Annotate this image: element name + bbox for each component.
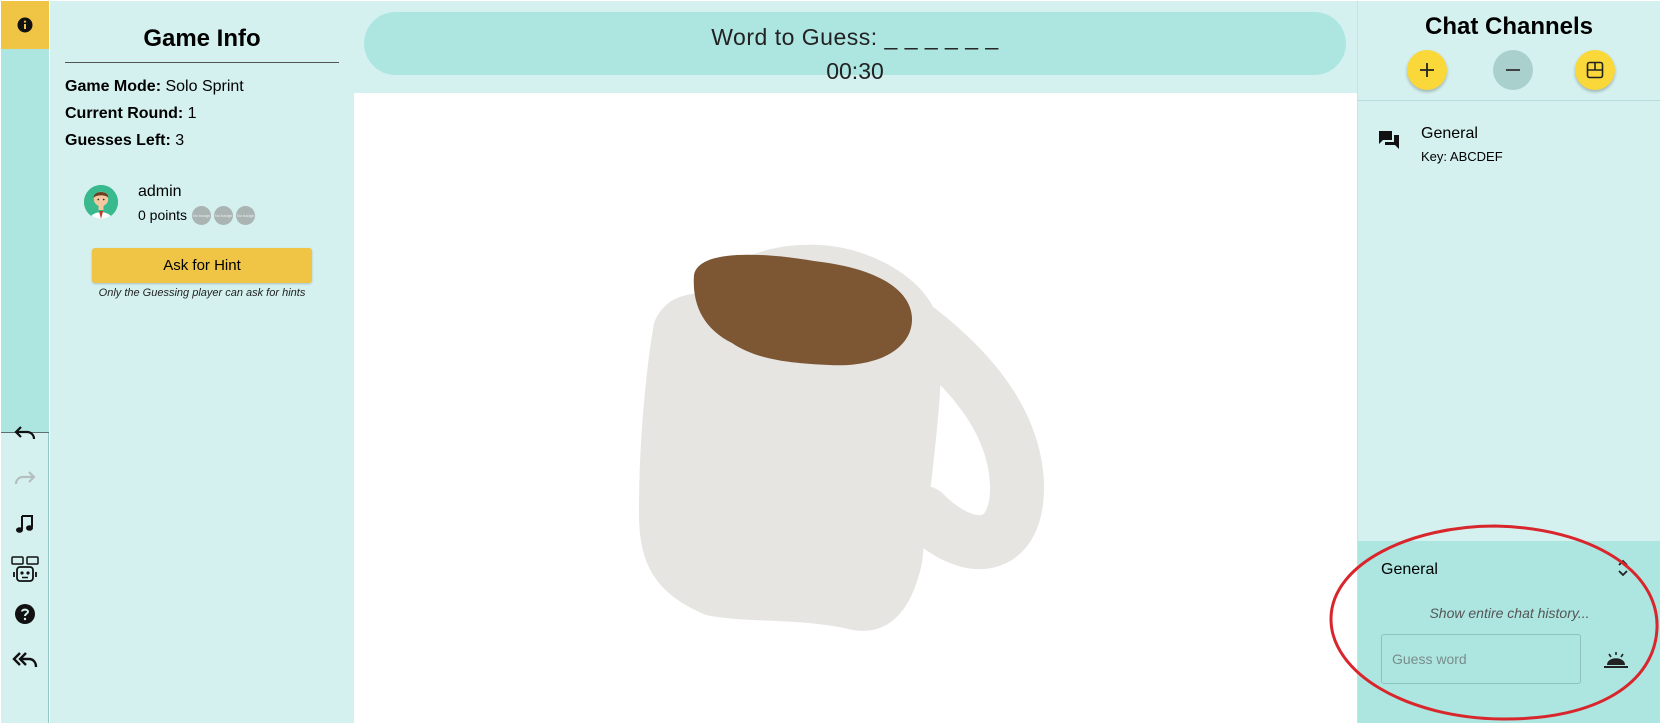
channel-key: Key: ABCDEF [1421,149,1503,164]
toolbar-accent-strip [1,49,49,433]
chat-box: General Show entire chat history... [1358,541,1660,723]
badge: No badge [214,206,233,225]
player-name: admin [138,183,182,200]
undo-icon [14,426,36,440]
badge: No badge [236,206,255,225]
left-toolbar [1,1,49,723]
chat-box-channel: General [1381,561,1438,578]
game-info-title: Game Info [143,25,261,52]
music-button[interactable] [1,504,49,544]
avatar [84,185,118,219]
plus-icon [1420,63,1434,77]
leave-game-button[interactable] [1,640,49,680]
player-card: admin 0 points No badge No badge No badg… [84,181,334,231]
word-pill: Word to Guess: _ _ _ _ _ _ 00:30 [364,12,1346,84]
ask-for-hint-button[interactable]: Ask for Hint [92,248,312,283]
guesses-left-row: Guesses Left: 3 [65,132,184,150]
drawing-canvas[interactable] [354,93,1357,723]
mug-drawing [639,244,1044,631]
guesses-left-label: Guesses Left: [65,132,171,149]
channel-item-general[interactable]: General Key: ABCDEF [1378,123,1648,167]
current-round-value: 1 [187,105,197,122]
info-icon [17,17,33,33]
guesses-left-value: 3 [175,132,185,149]
game-info-panel: Game Info Game Mode: Solo Sprint Current… [50,1,354,723]
remove-channel-button[interactable] [1493,50,1533,90]
music-icon [16,515,33,533]
word-to-guess: Word to Guess: _ _ _ _ _ _ [711,24,999,50]
minus-icon [1506,69,1520,71]
divider [65,62,339,63]
send-guess-button[interactable] [1601,649,1631,671]
current-round-label: Current Round: [65,105,184,122]
round-timer: 00:30 [826,58,884,84]
info-button[interactable] [1,1,49,49]
expand-collapse-icon[interactable] [1616,557,1630,579]
robot-icon [11,556,39,582]
word-header: Word to Guess: _ _ _ _ _ _ 00:30 [354,1,1357,93]
player-points: 0 points [138,207,188,223]
chat-panel: Chat Channels General Key: ABCDEF Genera… [1357,1,1660,723]
redo-button[interactable] [1,458,49,498]
exit-icon [12,652,38,668]
chat-bubbles-icon [1379,131,1399,149]
current-round-row: Current Round: 1 [65,105,197,123]
add-channel-button[interactable] [1407,50,1447,90]
undo-button[interactable] [1,413,49,453]
help-button[interactable] [1,594,49,634]
robot-button[interactable] [1,550,49,590]
badge: No badge [192,206,211,225]
divider [1358,100,1660,101]
hint-note: Only the Guessing player can ask for hin… [98,287,306,299]
game-mode-value: Solo Sprint [165,78,244,95]
help-icon [15,604,35,624]
layout-icon [1586,61,1604,79]
layout-channel-button[interactable] [1575,50,1615,90]
game-mode-row: Game Mode: Solo Sprint [65,78,244,96]
send-icon [1604,652,1628,668]
redo-icon [14,471,36,485]
show-chat-history-link[interactable]: Show entire chat history... [1358,605,1660,621]
game-screen: Game Info Game Mode: Solo Sprint Current… [0,0,1660,723]
game-mode-label: Game Mode: [65,78,162,95]
channel-name: General [1421,125,1478,142]
chat-channels-title: Chat Channels [1424,13,1594,40]
guess-input[interactable] [1381,634,1581,684]
